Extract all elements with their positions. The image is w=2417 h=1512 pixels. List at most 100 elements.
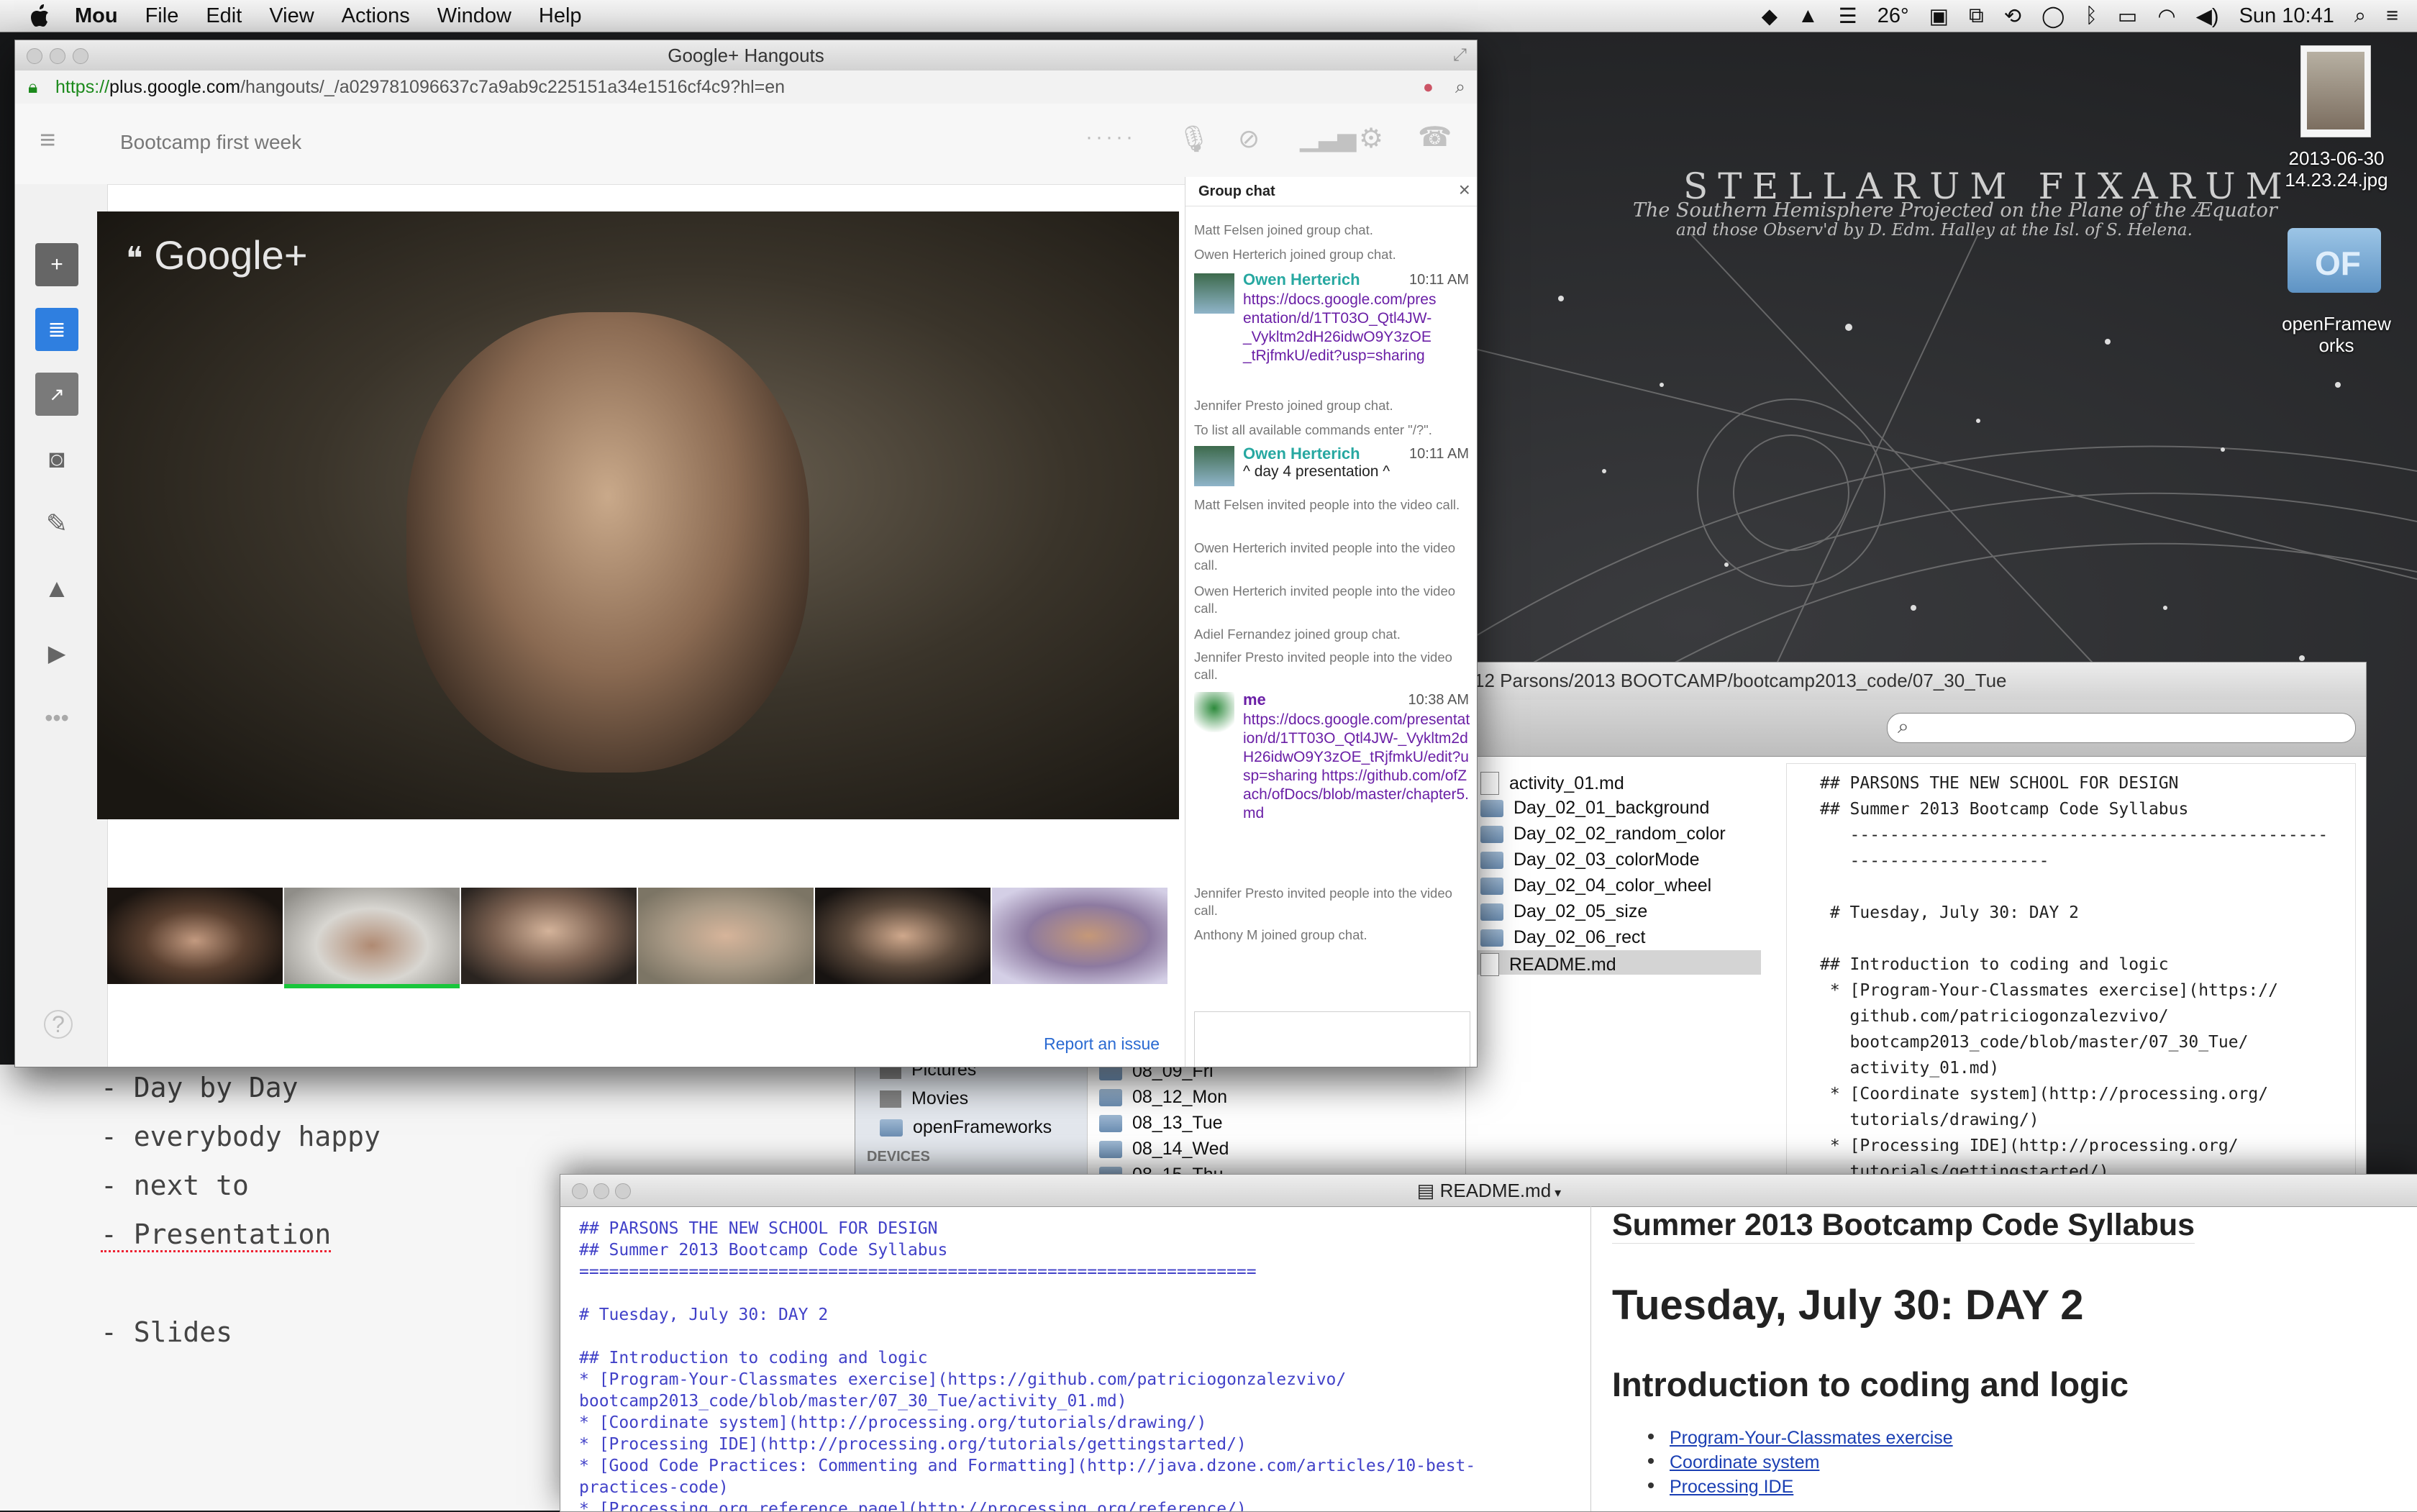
chat-icon[interactable]: ◯ bbox=[2042, 4, 2065, 29]
camera-icon[interactable]: ◙ bbox=[35, 437, 78, 481]
list-item[interactable]: activity_01.md bbox=[1480, 772, 1624, 795]
list-item-selected[interactable]: README.md bbox=[1480, 953, 1616, 976]
youtube-icon[interactable]: ▶ bbox=[35, 632, 78, 675]
chevron-down-icon[interactable]: ▾ bbox=[1551, 1185, 1561, 1200]
preview-link[interactable]: Program-Your-Classmates exercise bbox=[1670, 1428, 1953, 1449]
participant-thumbnail[interactable] bbox=[461, 888, 637, 984]
source-line: practices-code) bbox=[579, 1478, 729, 1497]
minimize-button[interactable] bbox=[50, 48, 65, 64]
list-item[interactable]: Day_02_05_size bbox=[1480, 901, 1647, 922]
menu-edit[interactable]: Edit bbox=[206, 4, 242, 28]
list-item[interactable]: Day_02_01_background bbox=[1480, 798, 1709, 819]
chat-input[interactable]: ☺ bbox=[1194, 1011, 1470, 1067]
list-item[interactable]: 08_12_Mon bbox=[1099, 1087, 1227, 1108]
jpg-file-icon[interactable] bbox=[2300, 45, 2371, 137]
more-dots-icon[interactable]: ····· bbox=[1085, 125, 1136, 150]
participant-thumbnail[interactable] bbox=[107, 888, 283, 984]
effects-icon[interactable]: ✎ bbox=[35, 502, 78, 545]
blocked-cookie-icon[interactable]: ● bbox=[1423, 70, 1434, 104]
menu-icon[interactable]: ≡ bbox=[40, 125, 55, 156]
menu-help[interactable]: Help bbox=[539, 4, 582, 28]
list-item[interactable]: 08_14_Wed bbox=[1099, 1139, 1229, 1160]
fullscreen-icon[interactable]: ⤢ bbox=[1453, 40, 1467, 70]
report-issue-link[interactable]: Report an issue bbox=[1044, 1034, 1160, 1054]
more-apps-icon[interactable]: ••• bbox=[35, 696, 78, 739]
preview-line: ## PARSONS THE NEW SCHOOL FOR DESIGN bbox=[1820, 774, 2179, 793]
source-line: * [Good Code Practices: Commenting and F… bbox=[579, 1457, 1476, 1475]
menu-actions[interactable]: Actions bbox=[342, 4, 410, 28]
hang-up-icon[interactable]: ☎ bbox=[1418, 121, 1452, 153]
list-item[interactable]: 08_13_Tue bbox=[1099, 1113, 1223, 1134]
close-button[interactable] bbox=[27, 48, 42, 64]
close-button[interactable] bbox=[572, 1183, 588, 1199]
star-chart-lines bbox=[1475, 234, 2417, 694]
close-chat-icon[interactable]: × bbox=[1459, 178, 1470, 201]
sidebar-item-openframeworks[interactable]: openFrameworks bbox=[880, 1117, 1052, 1138]
menu-view[interactable]: View bbox=[269, 4, 314, 28]
screen-icon[interactable]: ⧉ bbox=[1969, 4, 1984, 28]
display-icon[interactable]: ▣ bbox=[1929, 4, 1949, 29]
apple-icon[interactable] bbox=[29, 4, 50, 28]
invite-people-icon[interactable]: + bbox=[35, 243, 78, 286]
weather-icon[interactable]: ☰ bbox=[1839, 4, 1857, 29]
menu-window[interactable]: Window bbox=[437, 4, 511, 28]
battery-icon[interactable]: ▭ bbox=[2118, 4, 2137, 29]
participant-thumbnail[interactable] bbox=[992, 888, 1167, 984]
preview-link[interactable]: Coordinate system bbox=[1670, 1452, 1819, 1473]
openframeworks-folder-icon[interactable]: OF bbox=[2288, 218, 2381, 293]
menu-file[interactable]: File bbox=[145, 4, 179, 28]
bandwidth-icon[interactable]: ▁▃▅ bbox=[1300, 124, 1356, 152]
mute-mic-icon[interactable]: 🎙︎ bbox=[1178, 124, 1211, 154]
chat-system-message: Matt Felsen joined group chat. bbox=[1194, 222, 1373, 237]
chat-app-icon[interactable]: ≣ bbox=[35, 308, 78, 351]
chat-link[interactable]: https://docs.google.com/presentation/d/1… bbox=[1243, 291, 1437, 365]
dropbox-icon[interactable]: ◆ bbox=[1762, 4, 1778, 29]
list-item[interactable]: Day_02_04_color_wheel bbox=[1480, 875, 1711, 896]
temperature[interactable]: 26° bbox=[1877, 4, 1909, 28]
markdown-source-pane[interactable]: ## PARSONS THE NEW SCHOOL FOR DESIGN ## … bbox=[560, 1206, 1591, 1511]
clock[interactable]: Sun 10:41 bbox=[2239, 4, 2334, 28]
list-item[interactable]: Day_02_02_random_color bbox=[1480, 824, 1726, 844]
wifi-icon[interactable]: ◠ bbox=[2157, 4, 2175, 29]
volume-icon[interactable]: ◀) bbox=[2196, 4, 2219, 29]
main-video[interactable]: ❝ Google+ bbox=[97, 211, 1179, 819]
bullet-icon bbox=[1648, 1434, 1654, 1439]
document-title[interactable]: README.md bbox=[1440, 1180, 1552, 1201]
notification-center-icon[interactable]: ≡ bbox=[2386, 4, 2398, 28]
app-menu[interactable]: Mou bbox=[75, 4, 118, 28]
list-item[interactable]: Day_02_03_colorMode bbox=[1480, 850, 1700, 870]
folder-icon bbox=[1480, 851, 1503, 869]
bluetooth-icon[interactable]: ᛒ bbox=[2085, 4, 2098, 28]
screenshare-icon[interactable]: ↗ bbox=[35, 373, 78, 416]
camera-off-icon[interactable]: ⊘ bbox=[1238, 124, 1260, 154]
folder-icon bbox=[1099, 1140, 1122, 1158]
chat-link[interactable]: https://docs.google.com/presentation/d/1… bbox=[1243, 711, 1470, 823]
zoom-button[interactable] bbox=[73, 48, 88, 64]
minimize-button[interactable] bbox=[593, 1183, 609, 1199]
chat-system-message: Owen Herterich joined group chat. bbox=[1194, 247, 1396, 262]
spotlight-icon[interactable]: ⌕ bbox=[2354, 4, 2366, 28]
jpg-file-label[interactable]: 2013-06-30 14.23.24.jpg bbox=[2266, 147, 2407, 191]
folder-icon bbox=[1480, 877, 1503, 895]
openframeworks-folder-label[interactable]: openFramew orks bbox=[2266, 313, 2407, 356]
zoom-button[interactable] bbox=[615, 1183, 631, 1199]
time-machine-icon[interactable]: ⟲ bbox=[2004, 4, 2021, 29]
editor-line: - Day by Day bbox=[101, 1072, 299, 1103]
address-bar[interactable]: 🔒︎ https://plus.google.com/hangouts/_/a0… bbox=[15, 70, 1477, 104]
sidebar-item-movies[interactable]: Movies bbox=[880, 1088, 968, 1109]
list-item[interactable]: Day_02_06_rect bbox=[1480, 927, 1645, 948]
settings-gear-icon[interactable]: ⚙ bbox=[1359, 122, 1383, 155]
participant-thumbnail-active[interactable] bbox=[284, 888, 460, 988]
help-icon[interactable]: ? bbox=[44, 1010, 73, 1039]
hangout-name[interactable]: Bootcamp first week bbox=[120, 131, 301, 154]
participant-thumbnail[interactable] bbox=[638, 888, 814, 984]
window-title: Google+ Hangouts bbox=[668, 45, 824, 66]
drive-icon[interactable]: ▲ bbox=[1798, 4, 1819, 28]
preview-link[interactable]: Processing IDE bbox=[1670, 1477, 1793, 1498]
chat-system-message: To list all available commands enter "/?… bbox=[1194, 422, 1432, 437]
drive-app-icon[interactable]: ▲ bbox=[35, 567, 78, 610]
finder-search-input[interactable]: ⌕ bbox=[1887, 713, 2356, 743]
zoom-icon[interactable]: ⌕ bbox=[1455, 70, 1465, 104]
avatar bbox=[1194, 446, 1234, 486]
participant-thumbnail[interactable] bbox=[815, 888, 991, 984]
